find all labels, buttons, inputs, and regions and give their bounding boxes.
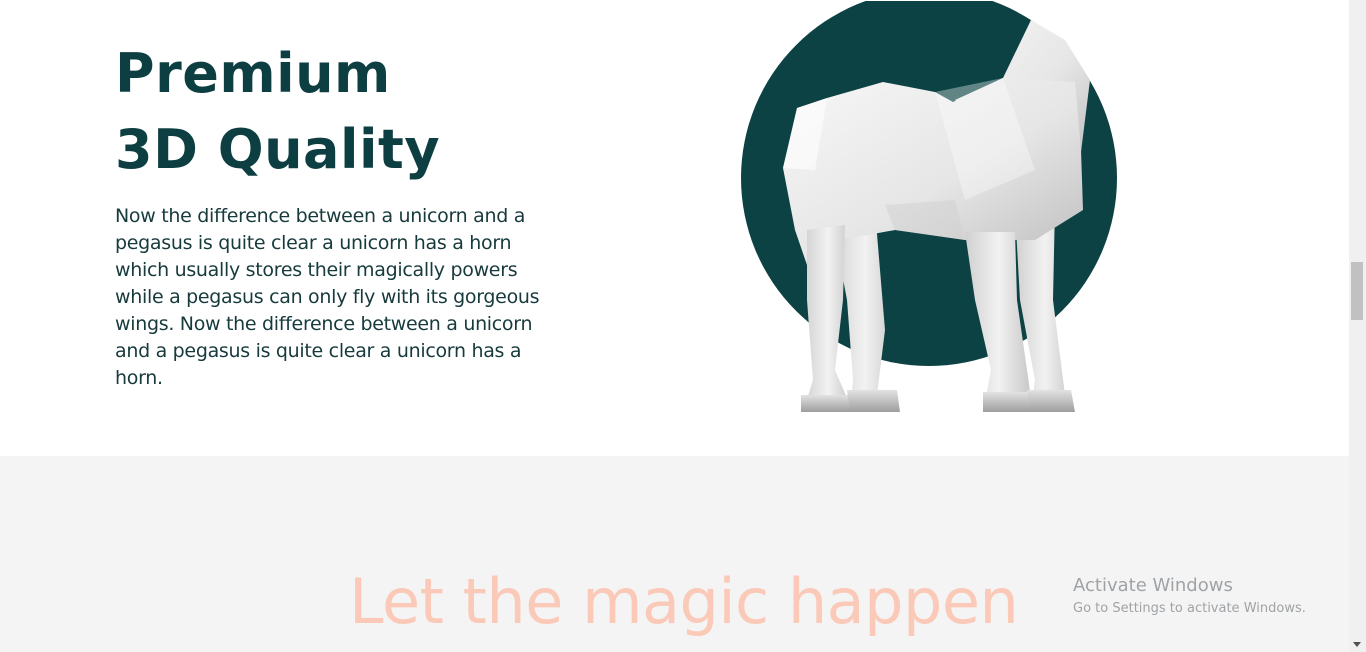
vertical-scrollbar[interactable] [1349,0,1366,652]
scroll-down-arrow-icon[interactable] [1353,642,1361,647]
feature-heading: Premium 3D Quality [115,36,440,188]
white-3d-horse-icon [741,1,1117,412]
activate-windows-watermark: Activate Windows Go to Settings to activ… [1073,575,1306,619]
feature-section: Premium 3D Quality Now the difference be… [0,0,1349,456]
watermark-subtitle: Go to Settings to activate Windows. [1073,601,1306,616]
page: Premium 3D Quality Now the difference be… [0,0,1349,652]
browser-viewport: Premium 3D Quality Now the difference be… [0,0,1366,652]
heading-line-1: Premium [115,42,391,105]
heading-line-2: 3D Quality [115,118,441,181]
scrollbar-thumb[interactable] [1351,262,1363,320]
magic-title: Let the magic happen [349,565,1019,638]
hero-image [735,0,1125,420]
feature-description: Now the difference between a unicorn and… [115,205,540,389]
watermark-title: Activate Windows [1073,575,1233,596]
